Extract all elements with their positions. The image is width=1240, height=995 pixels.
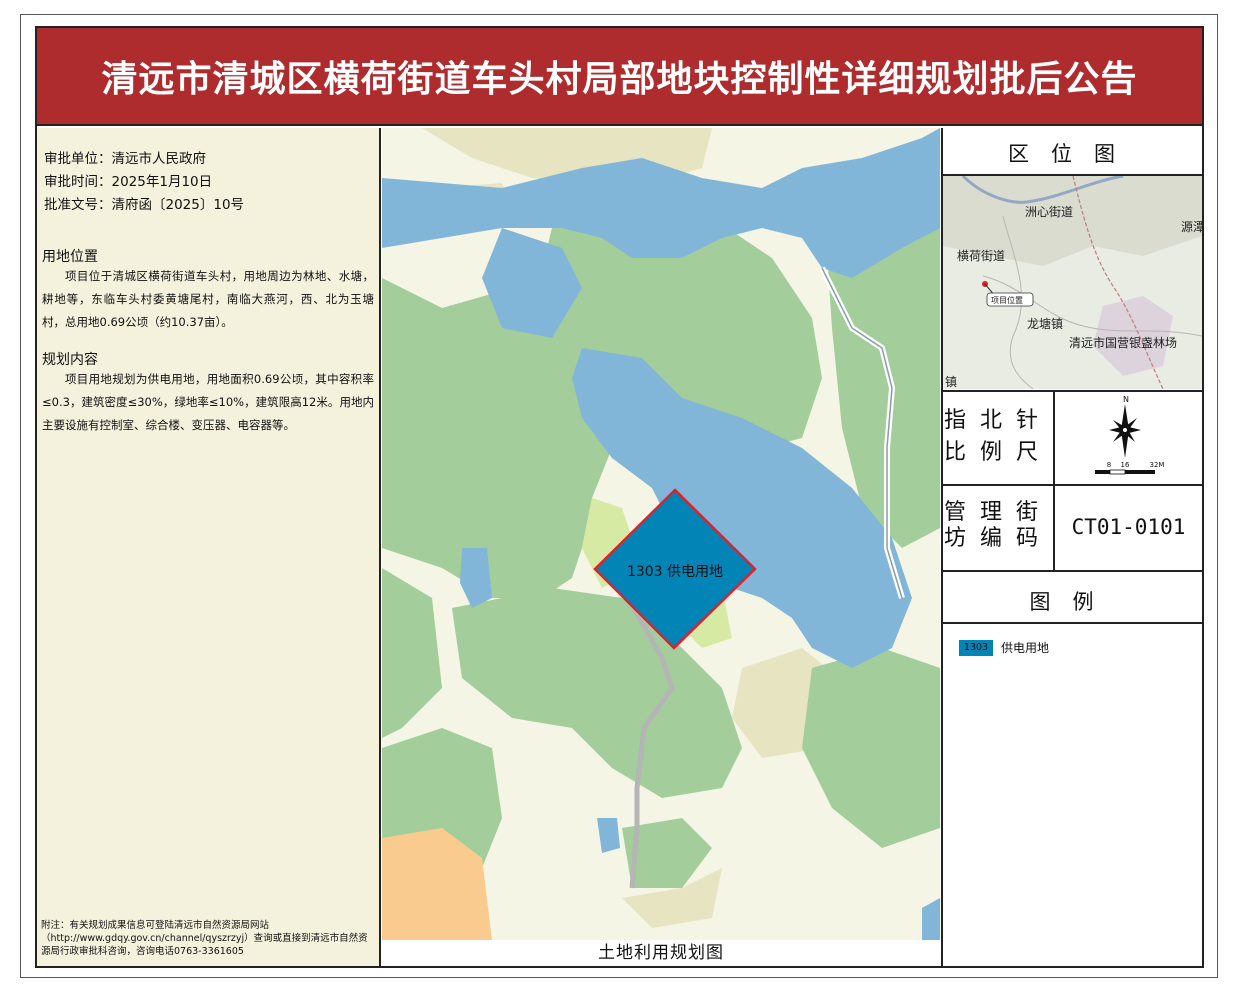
north-letter: N: [1123, 395, 1129, 404]
map-label: 横荷街道: [957, 249, 1005, 263]
divider: [943, 484, 1202, 486]
side-panel: 区位图 洲心街道 源潭 横荷街道 项目位置 龙塘镇 清远市国营银盏林场 镇 指北…: [941, 128, 1202, 966]
location-text: 项目位于清城区横荷街道车头村，用地周边为林地、水塘，耕地等，东临车头村委黄塘尾村…: [42, 269, 374, 329]
north-arrow-label: 指北针: [943, 408, 1052, 433]
title-bar: 清远市清城区横荷街道车头村局部地块控制性详细规划批后公告: [37, 28, 1202, 126]
map-caption: 土地利用规划图: [382, 940, 940, 966]
location-heading: 用地位置: [42, 249, 98, 265]
legend-swatch: 1303: [959, 640, 993, 656]
approval-unit-value: 清远市人民政府: [111, 151, 207, 167]
map-label: 源潭: [1181, 220, 1202, 234]
info-panel: 审批单位：清远市人民政府 审批时间：2025年1月10日 批准文号：清府函〔20…: [37, 128, 381, 966]
approval-date-value: 2025年1月10日: [111, 174, 213, 190]
plan-text: 项目用地规划为供电用地，用地面积0.69公顷，其中容积率≤0.3，建筑密度≤30…: [42, 372, 374, 432]
approval-unit-label: 审批单位：: [44, 151, 112, 167]
approval-doc-label: 批准文号：: [44, 197, 112, 213]
map-label: 洲心街道: [1025, 205, 1073, 219]
compass-icon: [1109, 404, 1141, 458]
approval-doc-value: 清府函〔2025〕10号: [111, 197, 245, 213]
location-map: 洲心街道 源潭 横荷街道 项目位置 龙塘镇 清远市国营银盏林场 镇: [943, 176, 1202, 389]
location-map-title: 区位图: [1008, 142, 1137, 166]
north-arrow-scale: N 8 16 32M: [1095, 395, 1165, 475]
block-code-label-line2: 坊编码: [943, 526, 1052, 551]
plan-heading: 规划内容: [42, 352, 98, 368]
map-label: 项目位置: [991, 295, 1023, 305]
legend-title: 图例: [1029, 590, 1116, 614]
legend-label: 供电用地: [1001, 641, 1050, 655]
approval-date-row: 审批时间：2025年1月10日: [44, 171, 244, 194]
land-use-map-canvas: 1303 供电用地: [382, 128, 940, 940]
approval-doc-row: 批准文号：清府函〔2025〕10号: [44, 194, 244, 217]
scale-tick: 8: [1107, 461, 1111, 469]
scale-bar: [1095, 469, 1155, 475]
map-label: 清远市国营银盏林场: [1069, 335, 1177, 350]
footnote: 附注：有关规划成果信息可登陆清远市自然资源局网站（http://www.gdqy…: [41, 920, 368, 957]
approval-info: 审批单位：清远市人民政府 审批时间：2025年1月10日 批准文号：清府函〔20…: [44, 148, 244, 217]
land-use-map: 1303 供电用地 土地利用规划图: [382, 128, 940, 966]
divider: [943, 622, 1202, 624]
map-label: 镇: [945, 375, 957, 389]
approval-unit-row: 审批单位：清远市人民政府: [44, 148, 244, 171]
approval-date-label: 审批时间：: [44, 174, 112, 190]
map-label: 龙塘镇: [1027, 316, 1063, 331]
scale-tick: 32M: [1150, 461, 1165, 469]
block-code-value: CT01-0101: [1071, 515, 1186, 539]
scale-tick: 16: [1121, 461, 1130, 469]
divider: [943, 570, 1202, 572]
scale-label: 比例尺: [943, 440, 1052, 465]
parcel-label: 1303 供电用地: [627, 564, 723, 580]
notice-title: 清远市清城区横荷街道车头村局部地块控制性详细规划批后公告: [101, 59, 1138, 100]
